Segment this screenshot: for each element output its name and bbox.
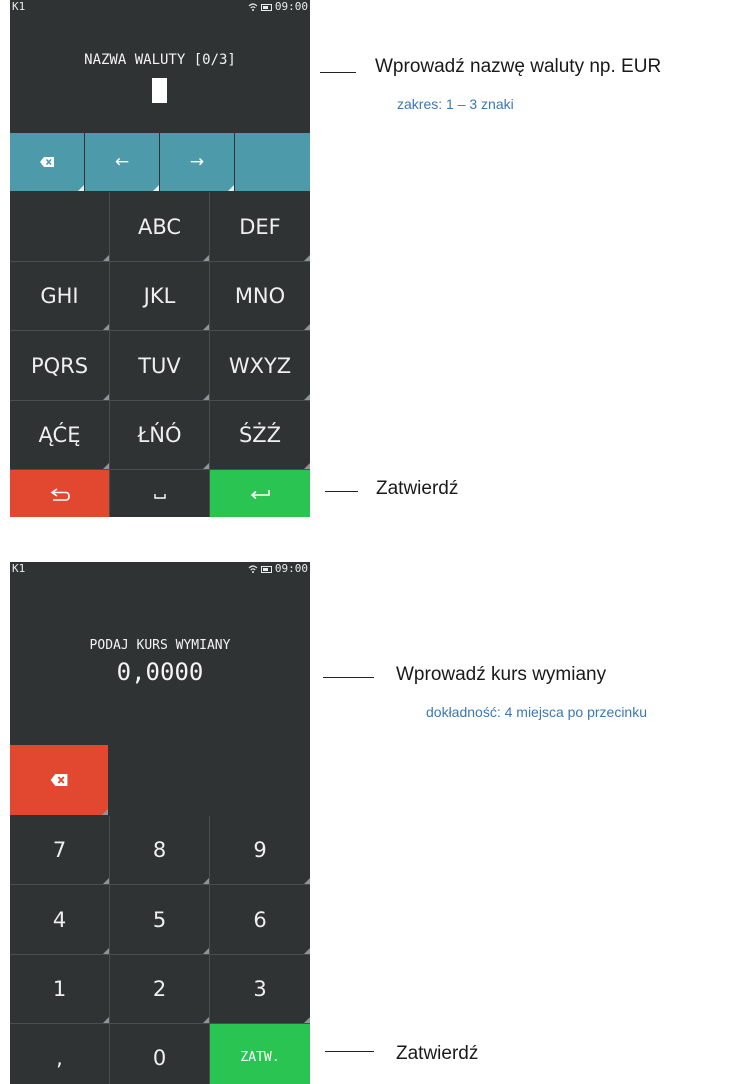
currency-name-prompt: NAZWA WALUTY [0/3] [84,52,236,68]
exchange-rate-value[interactable]: 0,0000 [10,658,310,686]
backspace-button[interactable] [10,745,108,815]
cursor-right-button[interactable]: → [160,133,234,191]
key-abc[interactable]: ABC [110,192,209,261]
key-wxyz[interactable]: WXYZ [210,331,310,400]
backspace-icon [40,157,54,167]
callout-currency-range: zakres: 1 – 3 znaki [397,96,514,112]
exchange-rate-screen: K1 09:00 PODAJ KURS WYMIANY 0,0000 7 8 9… [10,562,310,1084]
return-back-icon [50,488,70,501]
exchange-rate-prompt: PODAJ KURS WYMIANY [89,638,231,653]
wifi-icon [248,565,258,573]
numeric-keypad: 7 8 9 4 5 6 1 2 3 , 0 ZATW. [10,816,310,1084]
status-bar: K1 09:00 [10,562,310,576]
key-pqrs[interactable]: PQRS [10,331,109,400]
key-0[interactable]: 0 [110,1024,209,1084]
text-cursor[interactable] [152,78,167,103]
battery-icon [260,565,272,573]
key-polish-szz[interactable]: ŚŻŹ [210,401,310,469]
key-tuv[interactable]: TUV [110,331,209,400]
callout-line [323,677,374,678]
callout-rate: Wprowadź kurs wymiany [396,664,607,685]
callout-line [325,491,358,492]
key-ghi[interactable]: GHI [10,262,109,330]
key-9[interactable]: 9 [210,816,310,884]
status-time: 09:00 [274,562,308,575]
alpha-keypad: ABC DEF GHI JKL MNO PQRS TUV WXYZ ĄĆĘ ŁŃ… [10,192,310,517]
key-3[interactable]: 3 [210,955,310,1023]
enter-button[interactable] [210,470,310,517]
callout-confirm-2: Zatwierdź [396,1043,479,1064]
callout-rate-precision: dokładność: 4 miejsca po przecinku [426,704,648,720]
status-label: K1 [12,0,26,13]
key-4[interactable]: 4 [10,885,109,954]
key-6[interactable]: 6 [210,885,310,954]
status-time: 09:00 [274,0,308,13]
enter-icon [250,490,270,500]
key-2[interactable]: 2 [110,955,209,1023]
back-button[interactable] [10,470,109,517]
currency-name-screen: K1 09:00 NAZWA WALUTY [0/3] ← → ABC DEF … [10,0,310,517]
blank-nav-key[interactable] [235,133,310,191]
space-button[interactable] [110,470,209,517]
callout-currency-name: Wprowadź nazwę waluty np. EUR [375,56,662,77]
status-label: K1 [12,562,26,575]
callout-confirm-1: Zatwierdź [376,478,459,499]
key-polish-ace[interactable]: ĄĆĘ [10,401,109,469]
cursor-left-button[interactable]: ← [85,133,159,191]
battery-icon [260,3,272,11]
key-7[interactable]: 7 [10,816,109,884]
key-8[interactable]: 8 [110,816,209,884]
key-mno[interactable]: MNO [210,262,310,330]
wifi-icon [248,3,258,11]
key-5[interactable]: 5 [110,885,209,954]
backspace-icon [50,774,68,786]
status-bar: K1 09:00 [10,0,310,14]
key-def[interactable]: DEF [210,192,310,261]
confirm-button[interactable]: ZATW. [210,1024,310,1084]
backspace-button[interactable] [10,133,84,191]
callout-line [325,1051,374,1052]
key-polish-lno[interactable]: ŁŃÓ [110,401,209,469]
key-comma[interactable]: , [10,1024,109,1084]
key-jkl[interactable]: JKL [110,262,209,330]
key-empty[interactable] [10,192,109,261]
key-1[interactable]: 1 [10,955,109,1023]
navigation-row: ← → [10,133,310,191]
space-icon [153,494,166,499]
callout-line [320,72,356,73]
